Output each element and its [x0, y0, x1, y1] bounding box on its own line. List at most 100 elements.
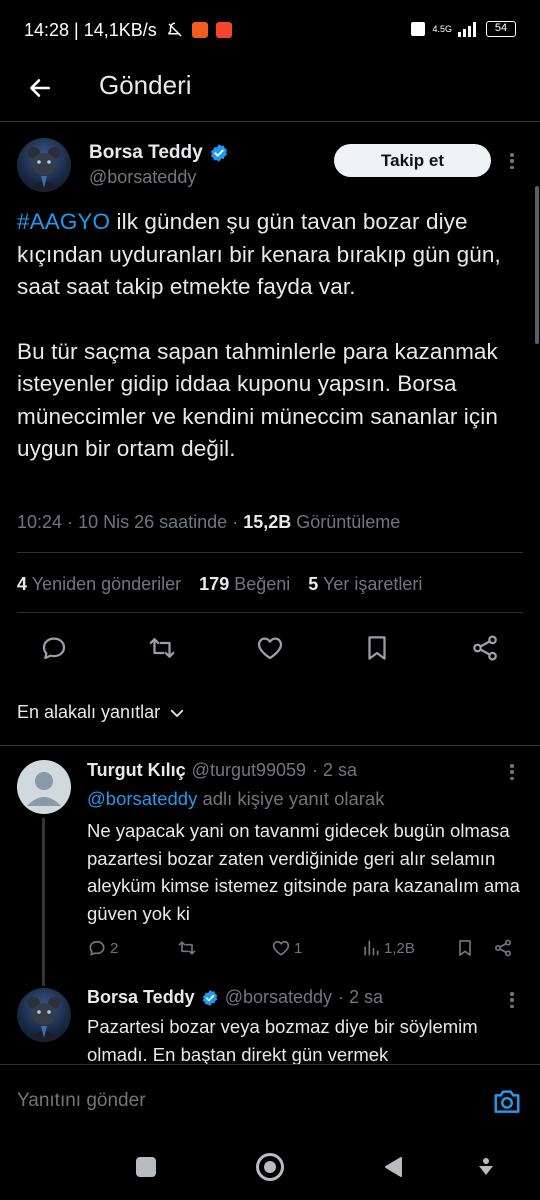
- reply-header: Borsa Teddy @borsateddy · 2 sa: [87, 987, 383, 1008]
- more-icon[interactable]: [504, 760, 520, 784]
- hashtag-link[interactable]: #AAGYO: [17, 209, 110, 234]
- author-handle[interactable]: @borsateddy: [89, 167, 196, 188]
- app-notification-icon: [216, 22, 232, 38]
- reposts-stat[interactable]: 4 Yeniden gönderiler: [17, 574, 181, 595]
- reply-author-handle[interactable]: @borsateddy: [225, 987, 332, 1008]
- tweet-paragraph-1: #AAGYO ilk günden şu gün tavan bozar diy…: [17, 209, 501, 299]
- share-icon: [495, 939, 511, 957]
- reply-like-button[interactable]: 1: [271, 938, 302, 958]
- sort-label: En alakalı yanıtlar: [17, 702, 161, 722]
- reply-action-bar: 2 1 1,2B: [87, 936, 517, 964]
- reply-icon: [42, 637, 66, 660]
- views-label: Görüntüleme: [296, 512, 401, 532]
- system-navigation-bar: [0, 1130, 540, 1200]
- notification-icons: [166, 21, 232, 39]
- tweet-action-bar: [0, 628, 540, 670]
- home-button[interactable]: [256, 1153, 284, 1181]
- camera-icon: [494, 1090, 520, 1113]
- arrow-down-icon: [479, 1158, 493, 1175]
- tweet-meta: 10:24 · 10 Nis 26 saatinde · 15,2B Görün…: [17, 512, 401, 532]
- more-icon[interactable]: [504, 988, 520, 1012]
- reply-age: · 2 sa: [338, 987, 384, 1007]
- camera-button[interactable]: [492, 1087, 522, 1115]
- assistant-button[interactable]: [476, 1156, 496, 1178]
- reply-age: · 2 sa: [312, 760, 358, 780]
- replies-sort-dropdown[interactable]: En alakalı yanıtlar: [17, 702, 186, 723]
- reply-views-button[interactable]: 1,2B: [361, 938, 415, 958]
- scrollbar[interactable]: [535, 186, 539, 344]
- bookmark-button[interactable]: [362, 633, 392, 663]
- reply-repost-button[interactable]: [177, 938, 197, 958]
- reply-share-button[interactable]: [493, 938, 513, 958]
- reply-avatar[interactable]: [17, 988, 71, 1042]
- mute-icon: [168, 22, 182, 37]
- reply-views-count: 1,2B: [384, 939, 415, 957]
- verified-badge-icon: [202, 989, 217, 1006]
- signal-icon: [458, 22, 476, 37]
- bear-avatar-image: [27, 997, 61, 1042]
- network-type: 4.5G: [432, 24, 452, 34]
- chevron-down-icon: [170, 709, 184, 717]
- likes-stat[interactable]: 179 Beğeni: [199, 574, 290, 595]
- volte-icon: [411, 22, 426, 36]
- bookmark-icon: [368, 636, 386, 660]
- page-title: Gönderi: [99, 70, 192, 100]
- reply-author-name[interactable]: Borsa Teddy: [87, 987, 195, 1008]
- divider: [17, 612, 523, 613]
- share-icon: [473, 635, 497, 661]
- views-icon: [364, 940, 379, 956]
- divider: [17, 552, 523, 553]
- reply-comment-button[interactable]: 2: [87, 938, 118, 958]
- status-time: 14:28 | 14,1KB/s: [24, 20, 157, 40]
- bookmark-icon: [459, 940, 471, 956]
- author-name[interactable]: Borsa Teddy: [89, 142, 203, 164]
- reply-comment-count: 2: [110, 939, 119, 957]
- reply-author-handle[interactable]: @turgut99059: [192, 760, 306, 781]
- reply-text-clip: Pazartesi bozar veya bozmaz diye bir söy…: [87, 1013, 532, 1064]
- like-button[interactable]: [255, 633, 285, 663]
- repost-button[interactable]: [147, 633, 177, 663]
- reply-button[interactable]: [39, 633, 69, 663]
- tweet-paragraph-2: Bu tür saçma sapan tahminlerle para kaza…: [17, 338, 498, 462]
- like-icon: [272, 940, 290, 956]
- reply-bookmark-button[interactable]: [455, 938, 475, 958]
- back-nav-button[interactable]: [383, 1156, 403, 1178]
- status-right: 4.5G 54: [410, 20, 516, 38]
- reply-avatar[interactable]: [17, 760, 71, 814]
- bear-avatar-image: [27, 147, 61, 192]
- back-triangle-icon: [385, 1157, 402, 1177]
- tweet-time[interactable]: 10:24: [17, 512, 62, 532]
- replying-to: @borsateddy adlı kişiye yanıt olarak: [87, 788, 385, 809]
- like-icon: [257, 637, 283, 660]
- author-name-row[interactable]: Borsa Teddy: [89, 142, 229, 164]
- default-avatar-icon: [27, 772, 61, 806]
- tweet-text: #AAGYO ilk günden şu gün tavan bozar diy…: [17, 206, 527, 498]
- engagement-stats: 4 Yeniden gönderiler 179 Beğeni 5 Yer iş…: [17, 574, 422, 595]
- reply-input[interactable]: [17, 1090, 457, 1112]
- repost-icon: [149, 638, 175, 658]
- more-icon[interactable]: [504, 149, 520, 173]
- share-button[interactable]: [470, 633, 500, 663]
- reply-composer: [0, 1064, 540, 1130]
- battery-indicator: 54: [486, 21, 516, 37]
- reply-header: Turgut Kılıç @turgut99059 · 2 sa: [87, 760, 357, 781]
- repost-icon: [178, 941, 196, 955]
- follow-button[interactable]: Takip et: [334, 144, 491, 177]
- tweet-date[interactable]: 10 Nis 26 saatinde: [78, 512, 227, 532]
- back-button[interactable]: [20, 68, 60, 108]
- reply-text: Ne yapacak yani on tavanmi gidecek bugün…: [87, 820, 520, 924]
- author-avatar[interactable]: [17, 138, 71, 192]
- back-arrow-icon: [30, 79, 50, 97]
- divider: [0, 745, 540, 746]
- top-bar: Gönderi: [0, 60, 540, 122]
- reply-author-name[interactable]: Turgut Kılıç: [87, 760, 186, 781]
- verified-badge-icon: [210, 144, 227, 162]
- recent-apps-button[interactable]: [136, 1157, 156, 1177]
- app-notification-icon: [192, 22, 208, 38]
- status-bar: 14:28 | 14,1KB/s 4.5G 54: [0, 0, 540, 60]
- reply-like-count: 1: [294, 939, 303, 957]
- reply-icon: [89, 940, 105, 956]
- replying-to-handle[interactable]: @borsateddy: [87, 788, 197, 809]
- bookmarks-stat[interactable]: 5 Yer işaretleri: [308, 574, 422, 595]
- reply-text: Pazartesi bozar veya bozmaz diye bir söy…: [87, 1016, 478, 1064]
